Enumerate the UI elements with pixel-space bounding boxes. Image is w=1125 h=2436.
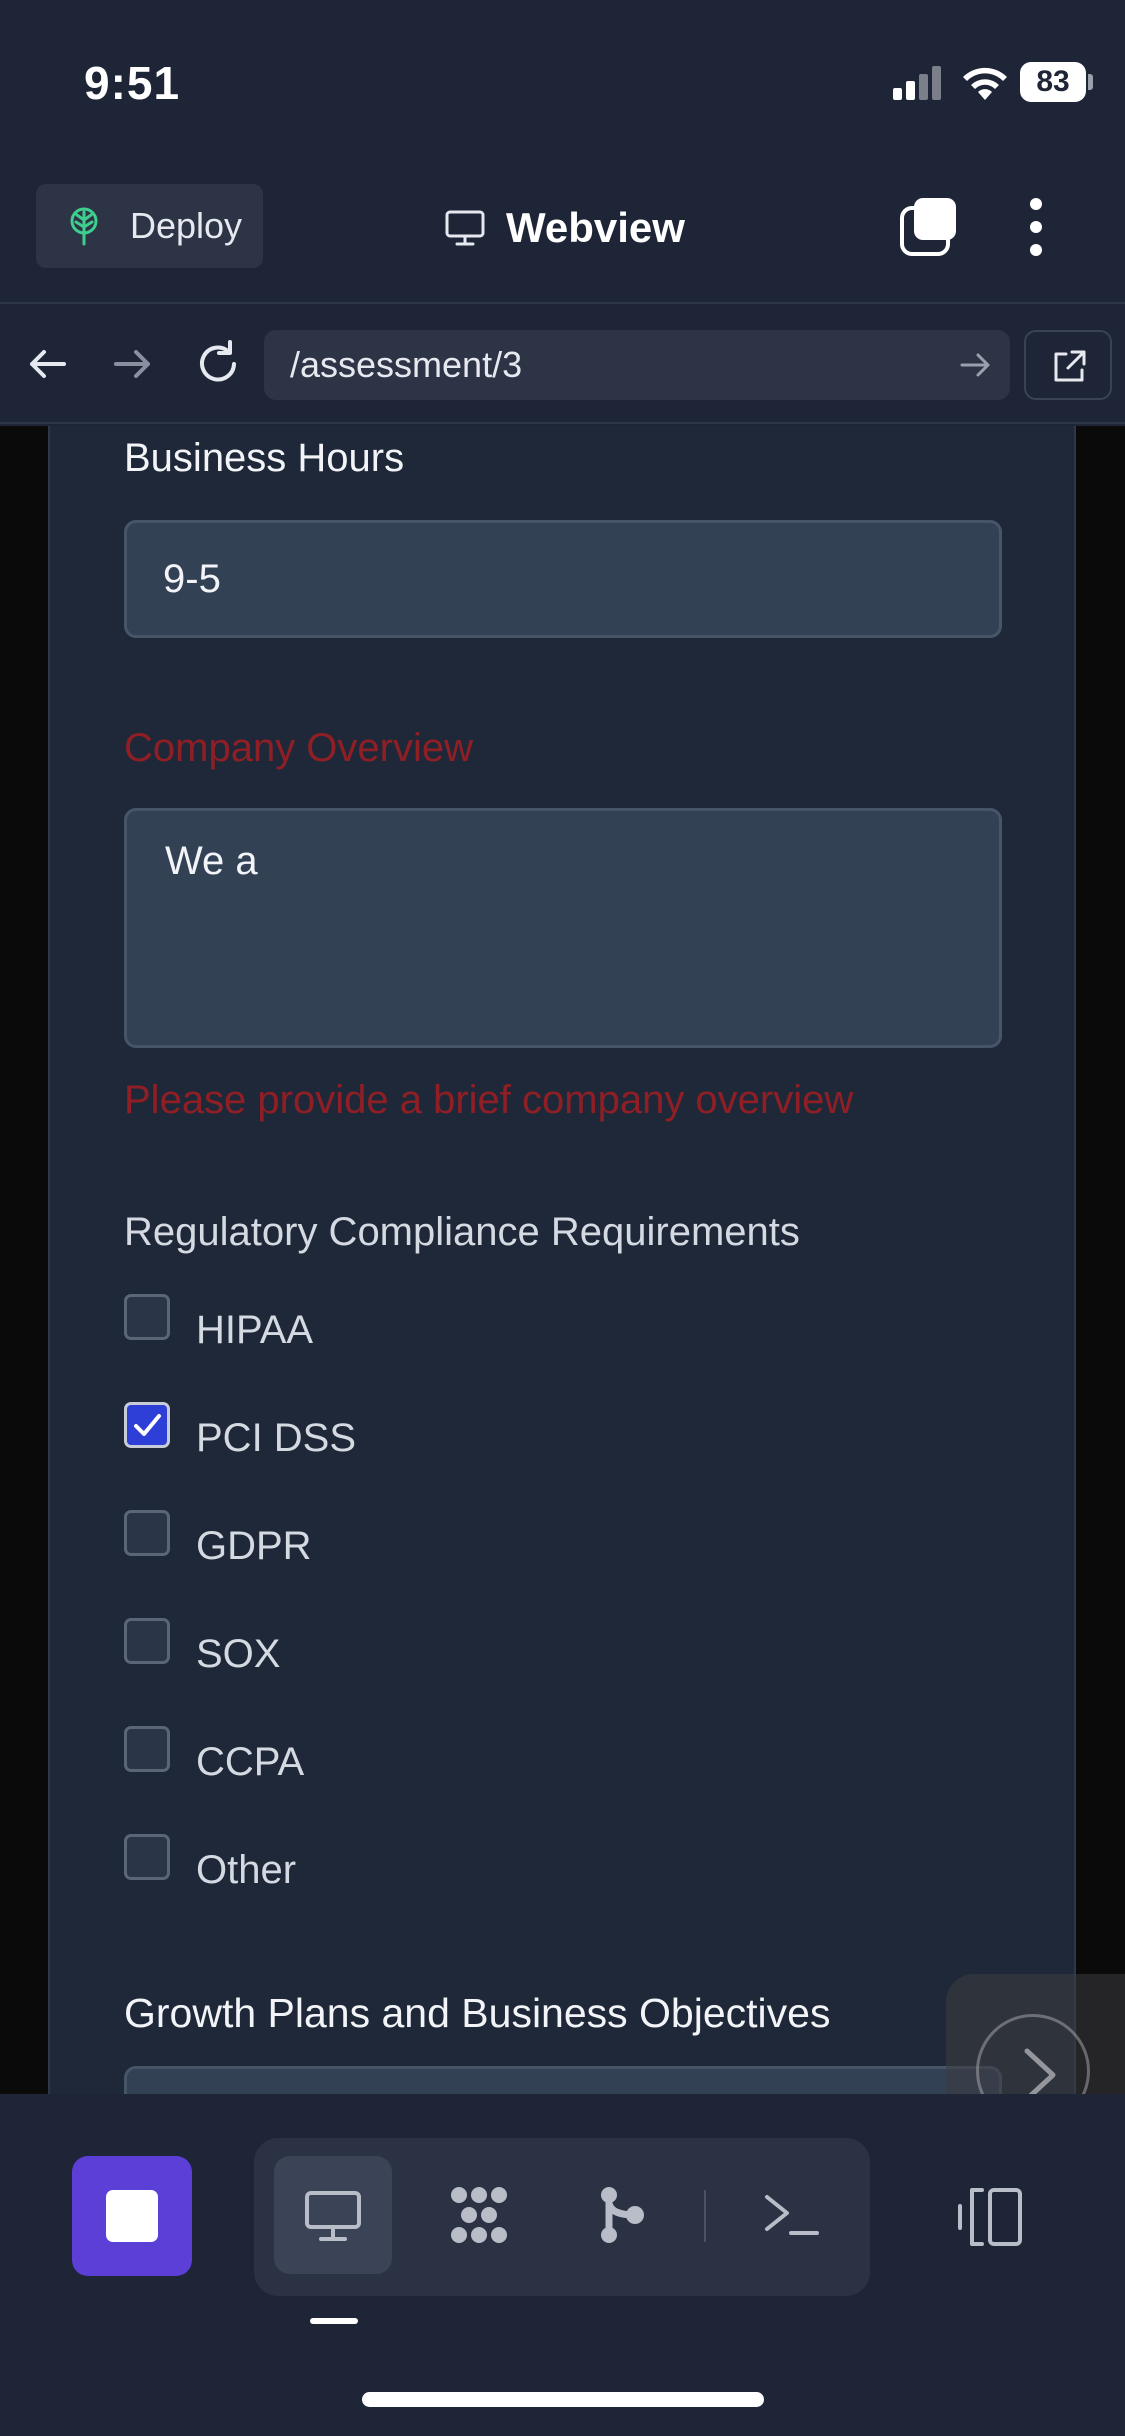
checkbox-label: CCPA xyxy=(196,1740,305,1784)
deploy-tree-icon xyxy=(70,207,98,246)
browser-toolbar: /assessment/3 xyxy=(0,306,1125,424)
active-tool-indicator xyxy=(310,2318,358,2324)
checkbox-label: PCI DSS xyxy=(196,1416,357,1460)
checkbox-other[interactable]: Other xyxy=(124,1834,724,1894)
battery-tip xyxy=(1088,74,1093,90)
bottom-toolbar xyxy=(0,2094,1125,2436)
growth-plans-label: Growth Plans and Business Objectives xyxy=(124,1990,831,2036)
checkbox-box[interactable] xyxy=(124,1402,170,1448)
compliance-label: Regulatory Compliance Requirements xyxy=(124,1210,800,1254)
page-title: Webview xyxy=(506,204,685,251)
checkbox-pci-dss[interactable]: PCI DSS xyxy=(124,1402,724,1462)
deploy-label: Deploy xyxy=(130,205,243,246)
cellular-signal-icon xyxy=(893,66,941,100)
growth-plans-textarea[interactable] xyxy=(124,2066,1002,2094)
url-field[interactable]: /assessment/3 xyxy=(264,330,1010,400)
reload-icon[interactable] xyxy=(190,336,246,392)
terminal-icon xyxy=(765,2195,819,2235)
app-header: Deploy Webview xyxy=(0,170,1125,304)
monitor-icon xyxy=(445,210,485,246)
git-tool-button[interactable] xyxy=(562,2156,680,2274)
arrow-left-icon[interactable] xyxy=(20,336,76,392)
checkbox-label: GDPR xyxy=(196,1524,312,1568)
kebab-menu-icon[interactable] xyxy=(1018,196,1054,258)
company-overview-textarea[interactable]: We a xyxy=(124,808,1002,1048)
checkbox-gdpr[interactable]: GDPR xyxy=(124,1510,724,1570)
stop-button[interactable] xyxy=(72,2156,192,2276)
checkbox-label: Other xyxy=(196,1848,297,1892)
webview-viewport: Business Hours 9-5 Company Overview We a… xyxy=(0,426,1125,2094)
checkbox-box[interactable] xyxy=(124,1834,170,1880)
checkbox-label: HIPAA xyxy=(196,1308,314,1352)
open-external-button[interactable] xyxy=(1024,330,1112,400)
clock: 9:51 xyxy=(84,57,181,109)
form-panel: Business Hours 9-5 Company Overview We a… xyxy=(48,426,1076,2094)
checkbox-label: SOX xyxy=(196,1632,281,1676)
stop-icon xyxy=(106,2190,158,2242)
business-hours-input[interactable]: 9-5 xyxy=(124,520,1002,638)
terminal-tool-button[interactable] xyxy=(732,2156,850,2274)
checkbox-sox[interactable]: SOX xyxy=(124,1618,724,1678)
checkbox-box[interactable] xyxy=(124,1618,170,1664)
url-text: /assessment/3 xyxy=(290,344,523,385)
side-panel-icon[interactable] xyxy=(956,2186,1026,2248)
checkbox-box[interactable] xyxy=(124,1510,170,1556)
external-link-icon xyxy=(1054,350,1086,382)
monitor-icon xyxy=(305,2191,361,2241)
company-overview-label: Company Overview xyxy=(124,726,474,770)
checkbox-hipaa[interactable]: HIPAA xyxy=(124,1294,724,1354)
agents-tool-button[interactable] xyxy=(420,2156,538,2274)
company-overview-error: Please provide a brief company overview xyxy=(124,1078,854,1122)
deploy-button[interactable]: Deploy xyxy=(36,184,263,268)
home-indicator xyxy=(362,2392,764,2407)
toolbar-divider xyxy=(704,2190,706,2242)
webview-tool-button[interactable] xyxy=(274,2156,392,2274)
dots-grid-icon xyxy=(451,2187,507,2243)
webview-title: Webview xyxy=(444,198,685,258)
checkbox-box[interactable] xyxy=(124,1294,170,1340)
status-bar: 9:51 83 xyxy=(0,0,1125,170)
tool-switcher xyxy=(254,2138,870,2296)
wifi-icon xyxy=(963,67,1007,100)
checkbox-ccpa[interactable]: CCPA xyxy=(124,1726,724,1786)
tabs-icon[interactable] xyxy=(898,196,960,258)
business-hours-label: Business Hours xyxy=(124,436,405,480)
checkmark-icon xyxy=(134,1414,161,1436)
go-arrow-icon[interactable] xyxy=(958,348,992,382)
git-branch-icon xyxy=(601,2187,644,2243)
checkbox-box[interactable] xyxy=(124,1726,170,1772)
arrow-right-icon[interactable] xyxy=(104,336,160,392)
battery-level: 83 xyxy=(1020,62,1086,102)
